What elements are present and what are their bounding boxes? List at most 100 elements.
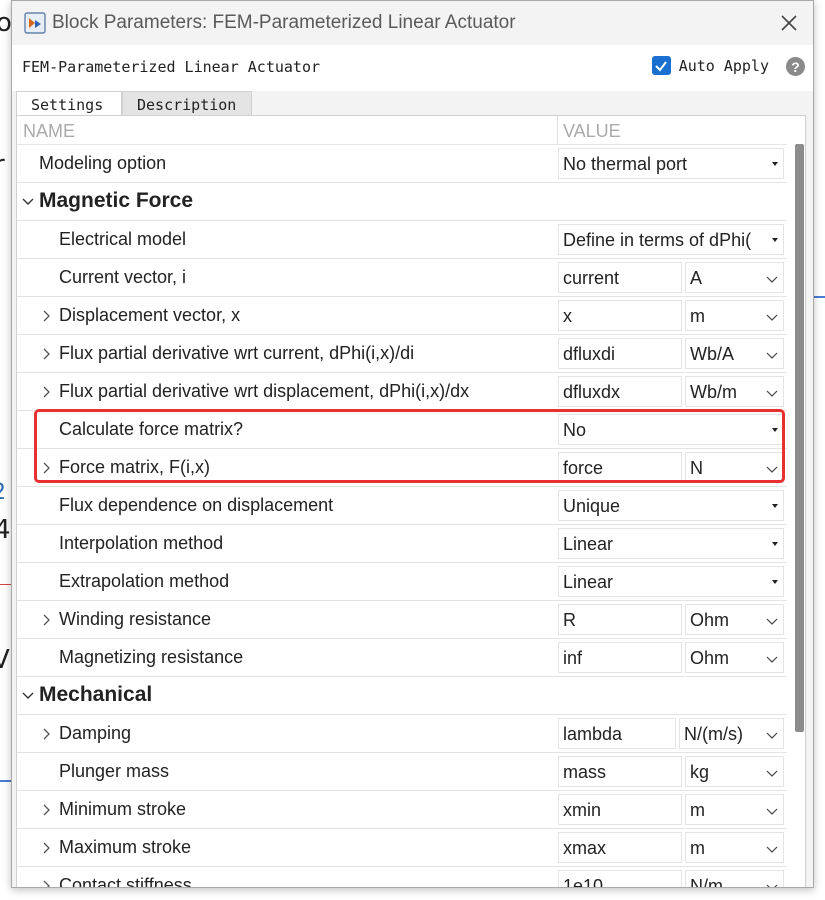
section-mechanical[interactable]: Mechanical bbox=[17, 677, 787, 715]
chevron-down-icon bbox=[766, 618, 778, 625]
auto-apply-label: Auto Apply bbox=[678, 56, 769, 75]
param-dropdown[interactable]: Define in terms of dPhi( bbox=[558, 224, 784, 255]
param-label: Modeling option bbox=[39, 153, 167, 173]
unit-value: m bbox=[690, 800, 705, 820]
unit-dropdown[interactable]: kg bbox=[685, 756, 784, 787]
chevron-right-icon[interactable] bbox=[39, 309, 53, 323]
param-label: Extrapolation method bbox=[59, 571, 230, 591]
dropdown-value: No thermal port bbox=[563, 154, 688, 174]
unit-dropdown[interactable]: Wb/A bbox=[685, 338, 784, 369]
param-value-input[interactable]: xmax bbox=[558, 832, 682, 863]
auto-apply-toggle[interactable]: Auto Apply bbox=[651, 56, 769, 75]
column-header-name: NAME bbox=[23, 121, 76, 141]
block-parameters-dialog: Block Parameters: FEM-Parameterized Line… bbox=[11, 0, 814, 888]
unit-dropdown[interactable]: m bbox=[685, 794, 784, 825]
chevron-right-icon[interactable] bbox=[39, 347, 53, 361]
unit-value: Wb/m bbox=[690, 382, 737, 402]
param-row-displacement-vector-x: Displacement vector, x xm bbox=[17, 297, 787, 335]
param-label: Calculate force matrix? bbox=[59, 419, 244, 439]
param-row-interpolation-method: Interpolation method Linear bbox=[17, 525, 787, 563]
block-name: FEM-Parameterized Linear Actuator bbox=[22, 58, 321, 76]
dropdown-value: Linear bbox=[563, 534, 614, 554]
param-label: Damping bbox=[59, 723, 132, 743]
unit-dropdown[interactable]: m bbox=[685, 832, 784, 863]
param-row-flux-partial-derivative-wrt-displacement-dphi-i-x-dx: Flux partial derivative wrt displacement… bbox=[17, 373, 787, 411]
param-dropdown[interactable]: Linear bbox=[558, 566, 784, 597]
chevron-right-icon[interactable] bbox=[39, 841, 53, 855]
background-glyph: 4 bbox=[0, 515, 11, 545]
chevron-down-icon bbox=[766, 884, 778, 887]
chevron-down-icon[interactable] bbox=[21, 195, 35, 209]
unit-value: N bbox=[690, 458, 703, 478]
background-connector bbox=[814, 296, 825, 298]
auto-apply-checkbox[interactable] bbox=[651, 56, 671, 75]
unit-dropdown[interactable]: N bbox=[685, 452, 784, 483]
unit-dropdown[interactable]: A bbox=[685, 262, 784, 293]
unit-dropdown[interactable]: Wb/m bbox=[685, 376, 784, 407]
window-title: Block Parameters: FEM-Parameterized Line… bbox=[52, 12, 516, 33]
help-icon[interactable]: ? bbox=[786, 57, 805, 76]
param-row-calculate-force-matrix: Calculate force matrix? No bbox=[17, 411, 787, 449]
param-row-force-matrix-f-i-x: Force matrix, F(i,x) force N bbox=[17, 449, 787, 487]
param-value-input[interactable]: dfluxdi bbox=[558, 338, 682, 369]
chevron-right-icon[interactable] bbox=[39, 879, 53, 888]
param-label: Force matrix, F(i,x) bbox=[59, 457, 210, 477]
param-label: Magnetizing resistance bbox=[59, 647, 244, 667]
param-value-input[interactable]: 1e10 bbox=[558, 870, 682, 887]
param-value-input[interactable]: mass bbox=[558, 756, 682, 787]
chevron-down-icon bbox=[766, 846, 778, 853]
param-value-input[interactable]: x bbox=[558, 300, 682, 331]
dropdown-arrow-icon bbox=[772, 238, 778, 242]
chevron-down-icon bbox=[766, 314, 778, 321]
unit-value: N/m bbox=[690, 876, 723, 888]
param-row-extrapolation-method: Extrapolation method Linear bbox=[17, 563, 787, 601]
close-icon bbox=[781, 15, 797, 31]
chevron-right-icon[interactable] bbox=[39, 385, 53, 399]
tab-settings[interactable]: Settings bbox=[16, 91, 122, 115]
param-value-input[interactable]: lambda bbox=[558, 718, 676, 749]
tab-description[interactable]: Description bbox=[122, 91, 252, 115]
column-header-value: VALUE bbox=[563, 121, 621, 141]
chevron-right-icon[interactable] bbox=[39, 613, 53, 627]
param-value-input[interactable]: xmin bbox=[558, 794, 682, 825]
param-row-flux-dependence-on-displacement: Flux dependence on displacement Unique bbox=[17, 487, 787, 525]
param-dropdown[interactable]: Unique bbox=[558, 490, 784, 521]
param-row-modeling-option: Modeling option No thermal port bbox=[17, 145, 787, 183]
param-value-input[interactable]: force bbox=[558, 452, 682, 483]
param-value-input[interactable]: current bbox=[558, 262, 682, 293]
param-label: Minimum stroke bbox=[59, 799, 187, 819]
unit-dropdown[interactable]: Ohm bbox=[685, 604, 784, 635]
title-bar[interactable]: Block Parameters: FEM-Parameterized Line… bbox=[12, 1, 813, 45]
unit-dropdown[interactable]: Ohm bbox=[685, 642, 784, 673]
param-value-input[interactable]: dfluxdx bbox=[558, 376, 682, 407]
close-button[interactable] bbox=[769, 5, 809, 41]
chevron-down-icon bbox=[766, 656, 778, 663]
section-label: Mechanical bbox=[39, 683, 153, 706]
param-dropdown[interactable]: No bbox=[558, 414, 784, 445]
param-row-magnetizing-resistance: Magnetizing resistance inf Ohm bbox=[17, 639, 787, 677]
unit-dropdown[interactable]: N/m bbox=[685, 870, 784, 888]
param-dropdown[interactable]: Linear bbox=[558, 528, 784, 559]
param-label: Current vector, i bbox=[59, 267, 187, 287]
chevron-down-icon bbox=[766, 732, 778, 739]
chevron-down-icon[interactable] bbox=[21, 689, 35, 703]
dropdown-value: Unique bbox=[563, 496, 621, 516]
chevron-right-icon[interactable] bbox=[39, 803, 53, 817]
parameter-table: NAME VALUE Modeling option No thermal por… bbox=[16, 115, 806, 888]
section-magnetic-force[interactable]: Magnetic Force bbox=[17, 183, 787, 221]
chevron-right-icon[interactable] bbox=[39, 727, 53, 741]
unit-value: A bbox=[690, 268, 703, 288]
column-separator bbox=[557, 116, 558, 144]
scrollbar-thumb[interactable] bbox=[795, 144, 804, 732]
param-row-maximum-stroke: Maximum stroke xmax m bbox=[17, 829, 787, 867]
unit-value: N/(m/s) bbox=[684, 724, 743, 744]
param-value-input[interactable]: inf bbox=[558, 642, 682, 673]
param-dropdown[interactable]: No thermal port bbox=[558, 148, 784, 179]
chevron-right-icon[interactable] bbox=[39, 461, 53, 475]
unit-dropdown[interactable]: m bbox=[685, 300, 784, 331]
dropdown-arrow-icon bbox=[772, 504, 778, 508]
unit-dropdown[interactable]: N/(m/s) bbox=[679, 718, 784, 749]
param-label: Contact stiffness bbox=[59, 875, 192, 888]
param-row-damping: Damping lambda N/(m/s) bbox=[17, 715, 787, 753]
param-value-input[interactable]: R bbox=[558, 604, 682, 635]
